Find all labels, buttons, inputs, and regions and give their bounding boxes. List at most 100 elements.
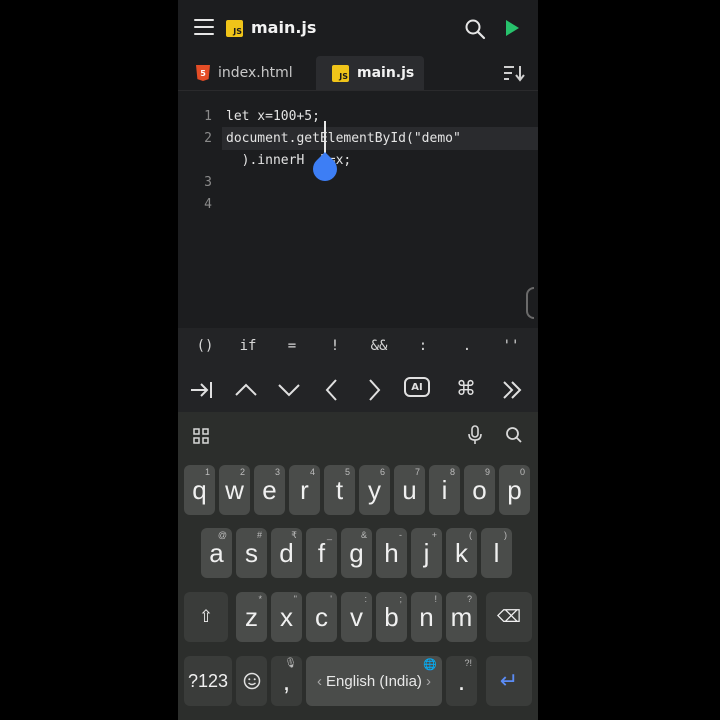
key-x[interactable]: " x xyxy=(271,592,302,642)
key-hint: ₹ xyxy=(291,530,297,540)
js-file-icon: JS xyxy=(332,64,349,82)
symbol-key[interactable]: ! xyxy=(320,338,350,354)
phone-screen: JS main.js 5 index.html JS main.js 1 2 3… xyxy=(178,0,538,720)
key-hint: 5 xyxy=(344,467,350,477)
key-label: c xyxy=(315,601,328,632)
symbol-key[interactable]: . xyxy=(452,338,482,354)
shift-key[interactable]: ⇧ xyxy=(184,592,228,642)
key-s[interactable]: # s xyxy=(236,528,267,578)
symbol-key[interactable]: '' xyxy=(496,338,526,354)
line-number: 4 xyxy=(204,197,212,212)
key-label: u xyxy=(402,474,417,505)
key-j[interactable]: + j xyxy=(411,528,442,578)
key-label: s xyxy=(245,537,258,568)
key-hint: ?! xyxy=(464,658,472,668)
key-k[interactable]: (k xyxy=(446,528,477,578)
fast-forward-icon[interactable] xyxy=(498,376,526,404)
key-label: w xyxy=(225,474,244,505)
key-f[interactable]: _ f xyxy=(306,528,337,578)
command-icon[interactable]: ⌘ xyxy=(452,374,480,402)
symbol-key[interactable]: if xyxy=(233,338,263,354)
key-r[interactable]: 4r xyxy=(289,465,320,515)
key-hint: * xyxy=(258,594,262,604)
tab-index-html[interactable]: 5 index.html xyxy=(196,56,293,90)
symbols-key[interactable]: ?123 xyxy=(184,656,232,706)
backspace-key[interactable]: ⌫ xyxy=(486,592,532,642)
arrow-left-icon[interactable] xyxy=(318,376,346,404)
ai-icon[interactable]: AI xyxy=(404,377,430,397)
key-hint: : xyxy=(364,594,367,604)
space-key[interactable]: 🌐 ‹ English (India) › xyxy=(306,656,442,706)
key-u[interactable]: 7u xyxy=(394,465,425,515)
app-bar: JS main.js xyxy=(178,0,538,56)
key-hint: 3 xyxy=(274,467,280,477)
comma-key[interactable]: 🎙 , xyxy=(271,656,302,706)
code-editor[interactable]: 1 2 3 4 let x=100+5; document.getElement… xyxy=(178,90,538,329)
key-p[interactable]: 0p xyxy=(499,465,530,515)
key-d[interactable]: ₹ d xyxy=(271,528,302,578)
search-icon[interactable] xyxy=(505,426,523,444)
key-label: o xyxy=(472,474,487,505)
js-file-icon: JS xyxy=(226,20,243,37)
key-label: h xyxy=(384,537,399,568)
code-line-1[interactable]: let x=100+5; xyxy=(226,109,320,124)
enter-key[interactable]: ↵ xyxy=(486,656,532,706)
key-n[interactable]: ! n xyxy=(411,592,442,642)
key-label: z xyxy=(245,601,258,632)
emoji-key[interactable] xyxy=(236,656,267,706)
key-hint: 1 xyxy=(204,467,210,477)
key-e[interactable]: 3e xyxy=(254,465,285,515)
globe-icon: 🌐 xyxy=(423,659,437,671)
code-fragment: ).innerH xyxy=(226,153,305,168)
key-t[interactable]: 5t xyxy=(324,465,355,515)
arrow-down-icon[interactable] xyxy=(275,376,303,404)
symbol-key[interactable]: : xyxy=(408,338,438,354)
key-hint: 9 xyxy=(484,467,490,477)
key-hint: 2 xyxy=(239,467,245,477)
key-c[interactable]: ' c xyxy=(306,592,337,642)
sort-icon[interactable] xyxy=(502,64,526,82)
key-l[interactable]: ) l xyxy=(481,528,512,578)
run-icon[interactable] xyxy=(504,19,520,37)
key-hint: + xyxy=(431,530,437,540)
key-label: l xyxy=(493,537,500,568)
key-z[interactable]: * z xyxy=(236,592,267,642)
arrow-up-icon[interactable] xyxy=(232,376,260,404)
key-m[interactable]: ? m xyxy=(446,592,477,642)
soft-keyboard: 1q 2w 3e 4r 5t 6y 7u 8i 9o 0p @ a # s ₹ d _… xyxy=(178,412,538,720)
line-number: 3 xyxy=(204,175,212,190)
symbol-key[interactable]: && xyxy=(364,338,394,354)
code-line-2[interactable]: document.getElementById("demo" xyxy=(226,131,461,146)
space-left-arrow: ‹ xyxy=(317,672,323,690)
line-number: 1 xyxy=(204,109,212,124)
microphone-icon[interactable] xyxy=(467,425,483,445)
key-i[interactable]: 8i xyxy=(429,465,460,515)
key-label: q xyxy=(192,474,207,505)
apps-grid-icon[interactable] xyxy=(193,428,209,444)
key-y[interactable]: 6y xyxy=(359,465,390,515)
tab-icon[interactable] xyxy=(188,376,216,404)
period-key[interactable]: ?!. xyxy=(446,656,477,706)
scroll-indicator[interactable] xyxy=(526,287,534,319)
key-a[interactable]: @ a xyxy=(201,528,232,578)
key-label: k xyxy=(455,537,468,568)
tab-main-js[interactable]: JS main.js xyxy=(316,56,424,90)
key-w[interactable]: 2w xyxy=(219,465,250,515)
search-icon[interactable] xyxy=(464,18,486,40)
key-h[interactable]: -h xyxy=(376,528,407,578)
key-label: f xyxy=(317,537,326,568)
key-g[interactable]: & g xyxy=(341,528,372,578)
key-hint: ; xyxy=(399,594,402,604)
key-hint: ? xyxy=(466,594,472,604)
symbol-key[interactable]: = xyxy=(277,338,307,354)
key-o[interactable]: 9o xyxy=(464,465,495,515)
arrow-right-icon[interactable] xyxy=(360,376,388,404)
menu-icon[interactable] xyxy=(194,19,214,35)
key-label: e xyxy=(262,474,277,505)
key-label: n xyxy=(419,601,434,632)
key-b[interactable]: ; b xyxy=(376,592,407,642)
key-hint: 7 xyxy=(414,467,420,477)
key-v[interactable]: :v xyxy=(341,592,372,642)
symbol-key[interactable]: () xyxy=(190,338,220,354)
key-q[interactable]: 1q xyxy=(184,465,215,515)
